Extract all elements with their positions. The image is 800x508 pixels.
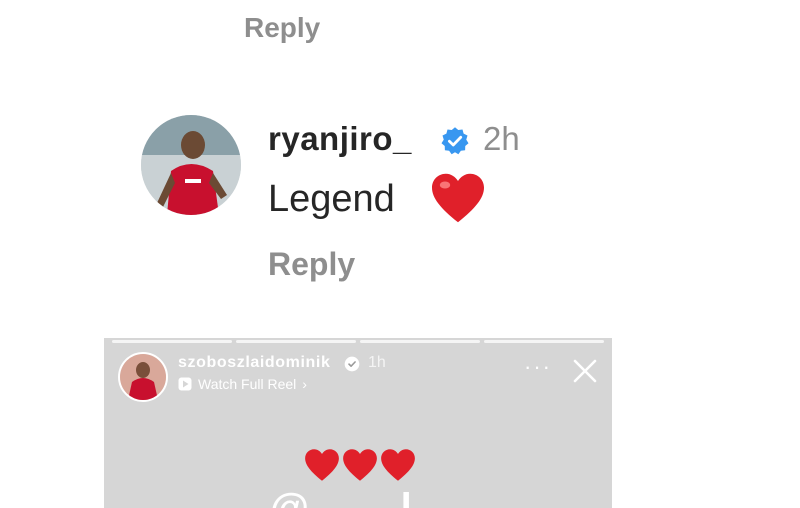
- close-icon[interactable]: [572, 358, 598, 384]
- play-icon: [178, 377, 192, 391]
- story-username[interactable]: szoboszlaidominik: [178, 354, 330, 372]
- watch-full-reel-link[interactable]: Watch Full Reel ›: [178, 376, 307, 392]
- partial-emoji-icon: ◠◠: [296, 0, 334, 5]
- watch-full-reel-label: Watch Full Reel: [198, 376, 297, 392]
- comment-username[interactable]: ryanjiro_: [268, 120, 412, 158]
- story-card[interactable]: szoboszlaidominik 1h Watch Full Reel › ·…: [104, 338, 612, 508]
- heart-icon: [381, 449, 415, 481]
- comment-time: 2h: [483, 120, 520, 157]
- story-verified-badge-icon: [344, 356, 360, 372]
- more-options-icon[interactable]: ···: [524, 354, 552, 380]
- story-overlay-text: @ ... l: [270, 486, 418, 508]
- avatar-image: [141, 115, 241, 215]
- story-progress-bar: [104, 340, 612, 343]
- heart-icon: [432, 173, 484, 223]
- reply-button-top[interactable]: Reply: [244, 12, 320, 44]
- story-time: 1h: [368, 354, 386, 371]
- heart-icon: [343, 449, 377, 481]
- comment-text: Legend: [268, 178, 395, 220]
- avatar[interactable]: [141, 115, 241, 215]
- verified-badge-icon: [441, 127, 469, 155]
- reply-button[interactable]: Reply: [268, 246, 355, 283]
- heart-icon: [305, 449, 339, 481]
- story-avatar[interactable]: [118, 352, 168, 402]
- chevron-right-icon: ›: [302, 376, 307, 392]
- story-avatar-image: [120, 354, 166, 400]
- story-hearts: [304, 448, 416, 482]
